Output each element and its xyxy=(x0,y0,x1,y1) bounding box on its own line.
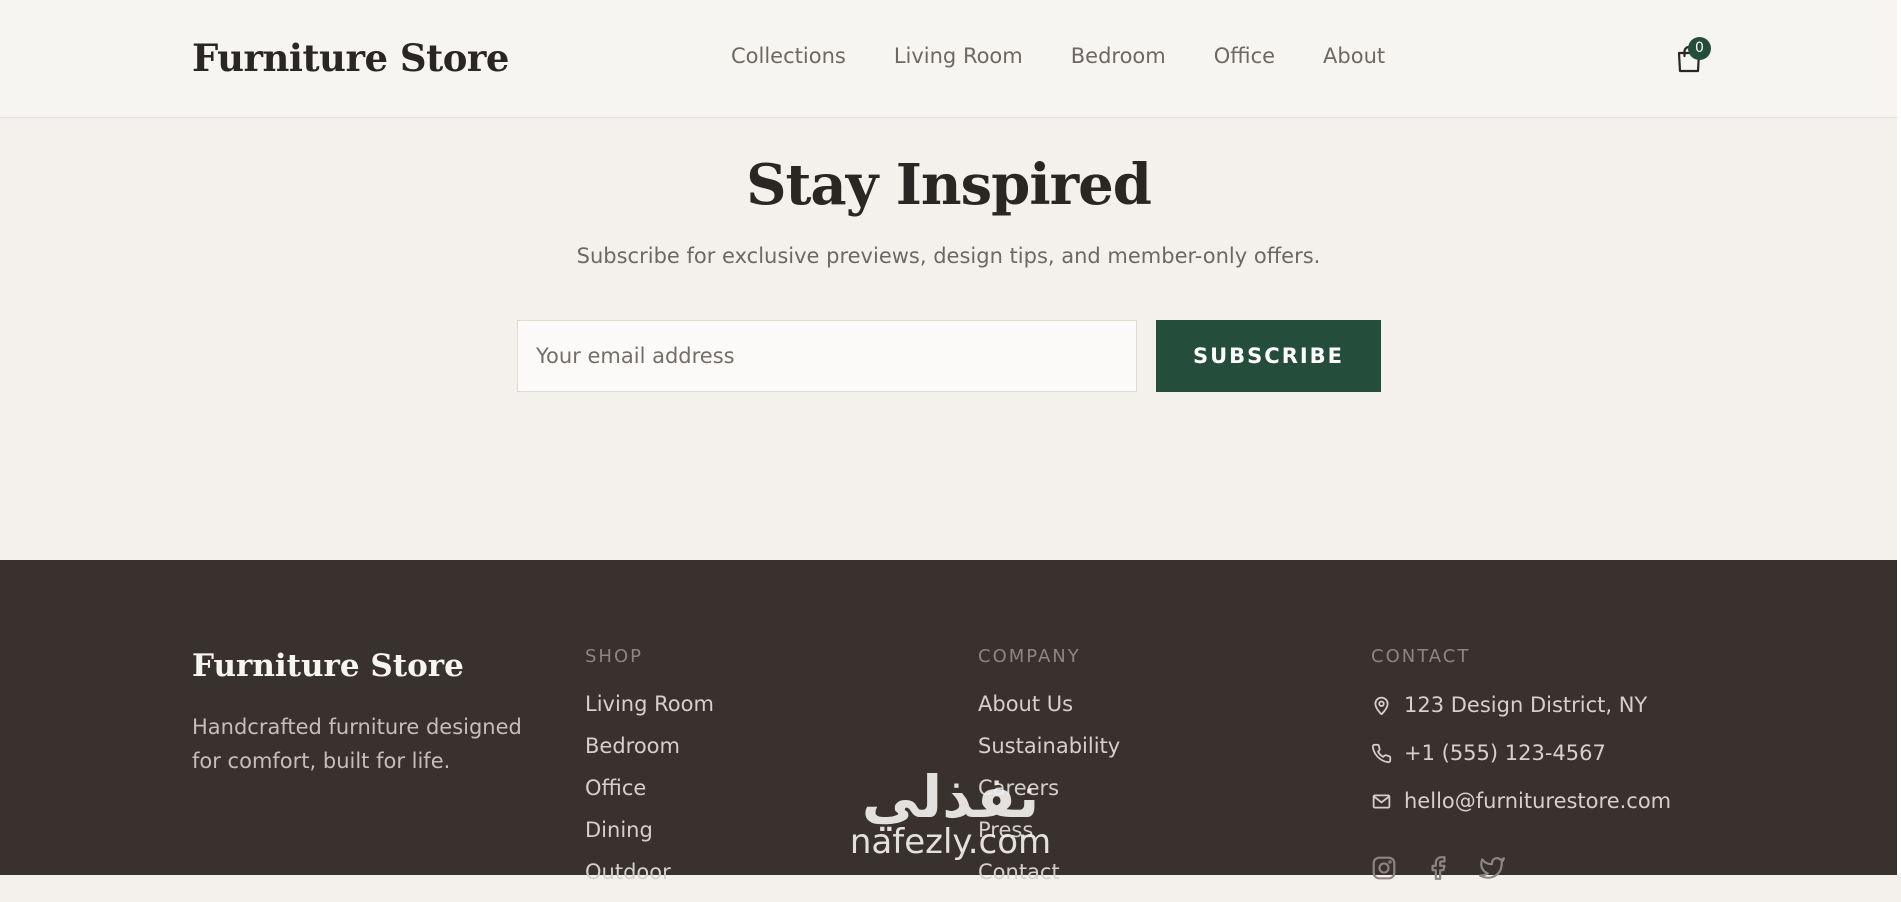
shop-link-bedroom[interactable]: Bedroom xyxy=(585,734,714,776)
site-logo[interactable]: Furniture Store xyxy=(192,36,509,80)
contact-address-text: 123 Design District, NY xyxy=(1404,693,1648,717)
shop-link-outdoor[interactable]: Outdoor xyxy=(585,860,714,902)
scrollbar[interactable] xyxy=(1897,0,1901,875)
mail-icon xyxy=(1372,794,1391,808)
watermark-latin: nafezly.com xyxy=(849,822,1052,862)
footer-tagline: Handcrafted furniture designed for comfo… xyxy=(192,715,522,773)
phone-icon xyxy=(1371,743,1392,763)
cart-count-badge: 0 xyxy=(1688,37,1711,60)
shop-link-office[interactable]: Office xyxy=(585,776,714,818)
nav-link-about[interactable]: About xyxy=(1323,44,1385,68)
nav-link-living-room[interactable]: Living Room xyxy=(894,44,1023,68)
watermark: نفذلي nafezly.com xyxy=(843,763,1058,862)
nav-link-office[interactable]: Office xyxy=(1214,44,1275,68)
email-input[interactable] xyxy=(517,320,1137,392)
map-pin-icon xyxy=(1374,696,1389,715)
watermark-arabic: نفذلي xyxy=(861,763,1040,831)
nav-link-bedroom[interactable]: Bedroom xyxy=(1071,44,1166,68)
contact-email[interactable]: hello@furniturestore.com xyxy=(1371,789,1671,813)
contact-email-text: hello@furniturestore.com xyxy=(1404,789,1672,813)
company-heading: COMPANY xyxy=(978,646,1081,667)
footer-logo: Furniture Store xyxy=(192,648,464,684)
site-header: Furniture Store Collections Living Room … xyxy=(0,0,1897,118)
facebook-icon[interactable] xyxy=(1425,855,1451,885)
main-nav: Collections Living Room Bedroom Office A… xyxy=(731,44,1433,68)
newsletter-title: Stay Inspired xyxy=(746,152,1152,218)
shop-link-dining[interactable]: Dining xyxy=(585,818,714,860)
shop-link-living-room[interactable]: Living Room xyxy=(585,692,714,734)
instagram-icon[interactable] xyxy=(1371,855,1397,885)
twitter-icon[interactable] xyxy=(1479,855,1505,885)
contact-phone-text: +1 (555) 123-4567 xyxy=(1404,741,1606,765)
social-links xyxy=(1371,855,1533,885)
contact-heading: CONTACT xyxy=(1371,646,1471,667)
company-link-about-us[interactable]: About Us xyxy=(978,692,1120,734)
contact-phone[interactable]: +1 (555) 123-4567 xyxy=(1371,741,1606,765)
subscribe-button[interactable]: SUBSCRIBE xyxy=(1156,320,1381,392)
company-link-contact[interactable]: Contact xyxy=(978,860,1120,902)
shop-heading: SHOP xyxy=(585,646,643,667)
newsletter-subtitle: Subscribe for exclusive previews, design… xyxy=(576,244,1321,268)
shop-links: Living Room Bedroom Office Dining Outdoo… xyxy=(585,692,714,902)
contact-address: 123 Design District, NY xyxy=(1371,693,1647,717)
nav-link-collections[interactable]: Collections xyxy=(731,44,846,68)
